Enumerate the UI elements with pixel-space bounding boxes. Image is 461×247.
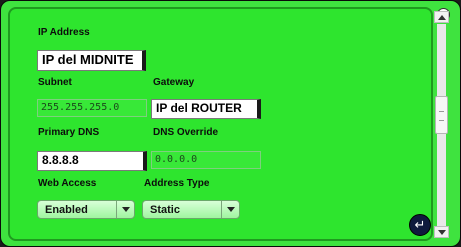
web-access-select[interactable]: Enabled: [37, 200, 135, 219]
vertical-scrollbar[interactable]: [434, 11, 449, 239]
subnet-label: Subnet: [38, 77, 72, 88]
address-type-select[interactable]: Static: [142, 200, 240, 219]
gateway-label: Gateway: [153, 77, 195, 88]
web-access-value: Enabled: [45, 204, 88, 216]
ip-address-label: IP Address: [38, 27, 90, 38]
scroll-up-icon[interactable]: [434, 11, 449, 23]
chevron-down-icon: [116, 201, 134, 218]
ip-address-field[interactable]: IP del MIDNITE: [37, 50, 146, 71]
network-settings-panel: IP Address IP del MIDNITE Subnet Gateway…: [8, 7, 433, 241]
dns-override-label: DNS Override: [153, 127, 219, 138]
dns-override-field[interactable]: 0.0.0.0: [151, 151, 261, 169]
enter-icon[interactable]: ↵: [409, 214, 431, 236]
web-access-label: Web Access: [38, 178, 97, 189]
gateway-field[interactable]: IP del ROUTER: [151, 99, 261, 119]
primary-dns-label: Primary DNS: [38, 127, 100, 138]
chevron-down-icon: [221, 201, 239, 218]
scrollbar-thumb[interactable]: [435, 96, 448, 134]
address-type-value: Static: [150, 204, 180, 216]
network-settings-window: IP Address IP del MIDNITE Subnet Gateway…: [0, 0, 461, 247]
primary-dns-field[interactable]: 8.8.8.8: [37, 151, 147, 171]
address-type-label: Address Type: [144, 178, 210, 189]
subnet-field[interactable]: 255.255.255.0: [37, 99, 147, 117]
scroll-down-icon[interactable]: [434, 226, 449, 238]
